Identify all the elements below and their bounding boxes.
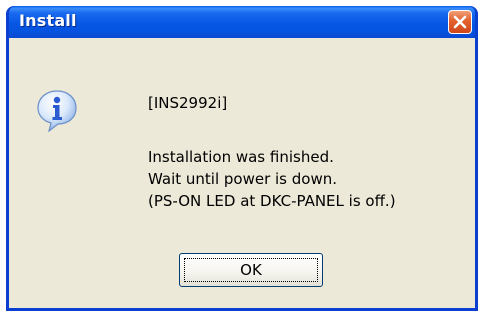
ok-button[interactable]: OK — [179, 253, 323, 287]
dialog-body: [INS2992i] Installation was finished. Wa… — [9, 38, 475, 308]
close-button[interactable] — [448, 10, 472, 34]
message-line-3: (PS-ON LED at DKC-PANEL is off.) — [148, 192, 396, 210]
install-dialog-window: Install [INS2992i] Installation was fini… — [6, 6, 478, 311]
close-icon — [453, 15, 467, 29]
message-line-1: Installation was finished. — [148, 148, 334, 166]
message-line-2: Wait until power is down. — [148, 170, 338, 188]
focus-rectangle — [184, 258, 318, 282]
title-bar[interactable]: Install — [9, 6, 475, 38]
message-code: [INS2992i] — [148, 94, 228, 112]
info-icon — [37, 90, 77, 132]
window-title: Install — [19, 11, 77, 30]
